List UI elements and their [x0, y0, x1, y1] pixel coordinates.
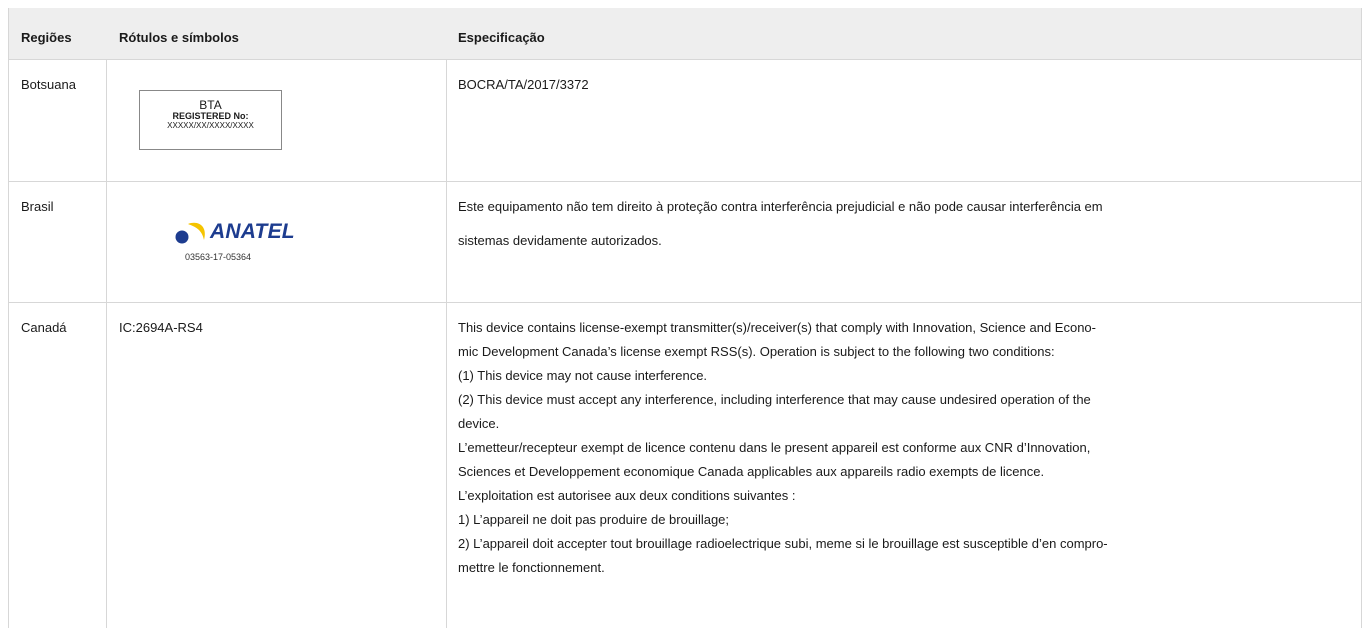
spec-line: mettre le fonctionnement.: [458, 560, 605, 575]
spec-line: (1) This device may not cause interferen…: [458, 368, 708, 383]
anatel-logo-text: ANATEL: [210, 220, 295, 243]
region-cell: Brasil: [21, 199, 54, 214]
spec-line: L’emetteur/recepteur exempt de licence c…: [458, 440, 1091, 455]
spec-line: 2) L’appareil doit accepter tout brouill…: [458, 536, 1108, 551]
spec-cell: Este equipamento não tem direito à prote…: [458, 195, 1103, 253]
spec-line: device.: [458, 416, 500, 431]
bta-number: XXXXX/XX/XXXX/XXXX: [167, 121, 254, 130]
spec-line: L’exploitation est autorisee aux deux co…: [458, 488, 796, 503]
region-cell: Canadá: [21, 320, 67, 335]
table-row-canada: Canadá IC:2694A-RS4 This device contains…: [9, 302, 1361, 629]
regulatory-table: Regiões Rótulos e símbolos Especificação…: [8, 8, 1362, 628]
header-labels: Rótulos e símbolos: [119, 30, 239, 45]
table-row-botsuana: Botsuana BTA REGISTERED No: XXXXX/XX/XXX…: [9, 59, 1361, 182]
label-text: IC:2694A-RS4: [119, 320, 203, 335]
bta-registered: REGISTERED No:: [172, 111, 249, 121]
table-header: Regiões Rótulos e símbolos Especificação: [9, 8, 1361, 59]
region-cell: Botsuana: [21, 77, 76, 92]
spec-cell: BOCRA/TA/2017/3372: [458, 73, 589, 97]
spec-line: Sciences et Developpement economique Can…: [458, 464, 1045, 479]
spec-line: mic Development Canada’s license exempt …: [458, 344, 1055, 359]
spec-line: sistemas devidamente autorizados.: [458, 233, 662, 248]
table-row-brasil: Brasil ANATEL 03563-17-05364 Este equipa…: [9, 181, 1361, 303]
header-regions: Regiões: [21, 30, 72, 45]
bta-title: BTA: [199, 98, 222, 112]
spec-line: (2) This device must accept any interfer…: [458, 392, 1091, 407]
spec-line: Este equipamento não tem direito à prote…: [458, 199, 1103, 214]
anatel-logo: ANATEL 03563-17-05364: [174, 220, 304, 270]
anatel-number: 03563-17-05364: [185, 252, 252, 262]
spec-line: 1) L’appareil ne doit pas produire de br…: [458, 512, 730, 527]
anatel-emblem-icon: [175, 222, 205, 244]
spec-cell: This device contains license-exempt tran…: [458, 316, 1108, 580]
spec-line: This device contains license-exempt tran…: [458, 320, 1096, 335]
header-spec: Especificação: [458, 30, 545, 45]
bta-label: BTA REGISTERED No: XXXXX/XX/XXXX/XXXX: [139, 90, 282, 150]
spec-line: BOCRA/TA/2017/3372: [458, 77, 589, 92]
